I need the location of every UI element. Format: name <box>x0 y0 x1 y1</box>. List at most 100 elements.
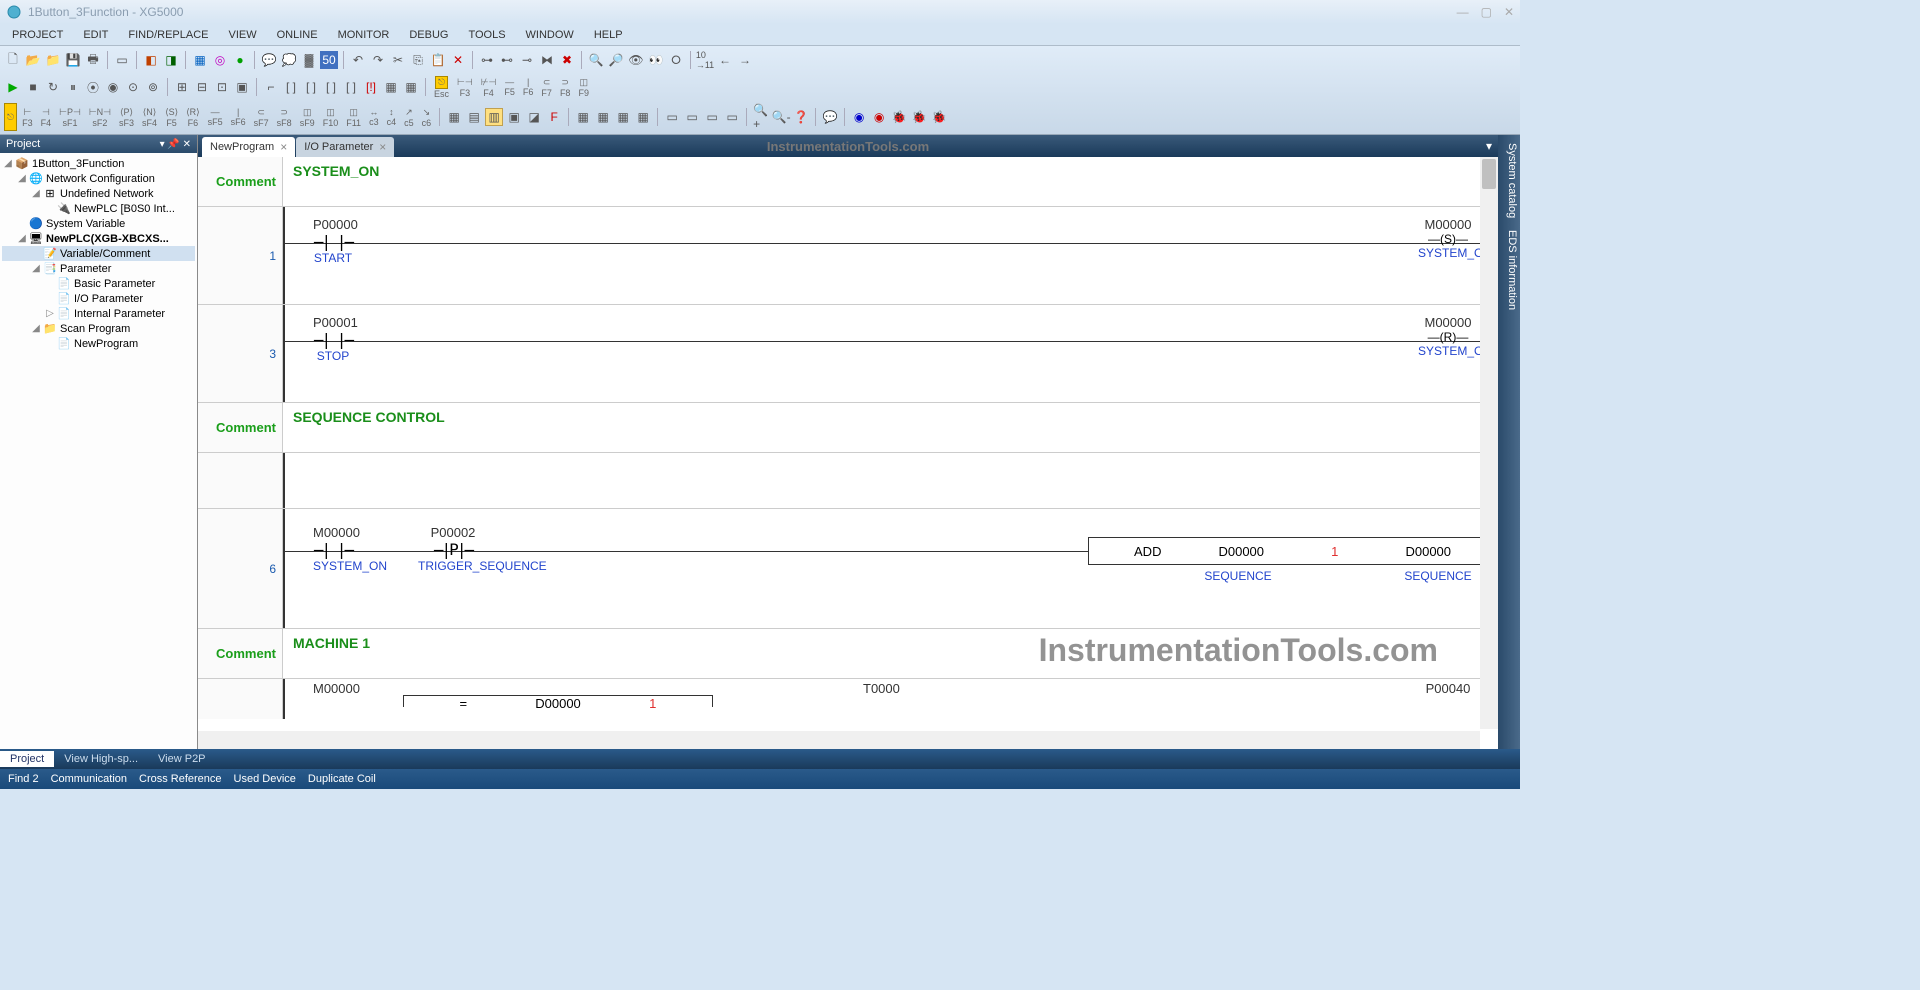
close-icon[interactable]: ✕ <box>1504 5 1514 19</box>
f-key-f8[interactable]: ⊃F8 <box>557 73 574 101</box>
debug-icon-3[interactable]: ⊙ <box>124 78 142 96</box>
run-icon[interactable]: ▶ <box>4 78 22 96</box>
ext-icon-2[interactable]: ▭ <box>683 108 701 126</box>
menu-edit[interactable]: EDIT <box>79 27 112 43</box>
circle-icon-2[interactable]: ◉ <box>870 108 888 126</box>
tool-icon-q[interactable]: ▦ <box>382 78 400 96</box>
prev-icon[interactable]: ← <box>716 51 734 69</box>
find4-icon[interactable]: 👀 <box>647 51 665 69</box>
menu-tools[interactable]: TOOLS <box>464 27 509 43</box>
save-icon[interactable]: 💾 <box>64 51 82 69</box>
find5-icon[interactable]: ⭘ <box>667 51 685 69</box>
project-tree[interactable]: ◢📦1Button_3Function ◢🌐Network Configurat… <box>0 153 197 749</box>
maximize-icon[interactable]: ▢ <box>1481 5 1492 19</box>
status-xref[interactable]: Cross Reference <box>139 773 222 785</box>
sf-key-sf3[interactable]: ⟨P⟩sF3 <box>116 103 137 131</box>
net-icon-2[interactable]: ⊷ <box>498 51 516 69</box>
zoom-out-icon[interactable]: 🔍- <box>772 108 790 126</box>
circle-icon-1[interactable]: ◉ <box>850 108 868 126</box>
sf-key-f11[interactable]: ◫F11 <box>343 103 364 131</box>
sf-key-c3[interactable]: ↔c3 <box>366 103 382 131</box>
debug-icon-2[interactable]: ◉ <box>104 78 122 96</box>
sf-key-sf9[interactable]: ◫sF9 <box>297 103 318 131</box>
btab-highspeed[interactable]: View High-sp... <box>54 751 148 767</box>
tool-icon-5[interactable]: ● <box>231 51 249 69</box>
zoom-icon-4[interactable]: ▣ <box>233 78 251 96</box>
sf-key-f3[interactable]: ⊢F3 <box>19 103 36 131</box>
tool-icon-8[interactable]: ▓ <box>300 51 318 69</box>
zoom-icon-3[interactable]: ⊡ <box>213 78 231 96</box>
tree-scanprog[interactable]: Scan Program <box>60 323 130 335</box>
view-icon-1[interactable]: ▦ <box>445 108 463 126</box>
bracket-icon-2[interactable]: [ ] <box>282 78 300 96</box>
net-icon-5[interactable]: ✖ <box>558 51 576 69</box>
tool-icon-7[interactable]: 💭 <box>280 51 298 69</box>
new-icon[interactable]: 🗋 <box>4 51 22 69</box>
bracket-icon-3[interactable]: [ ] <box>302 78 320 96</box>
btab-p2p[interactable]: View P2P <box>148 751 216 767</box>
tree-netcfg[interactable]: Network Configuration <box>46 173 155 185</box>
bug-icon-3[interactable]: 🐞 <box>930 108 948 126</box>
sf-key-f5[interactable]: ⟨S⟩F5 <box>162 103 181 131</box>
rung-comment-1[interactable]: Comment SYSTEM_ON <box>198 157 1498 207</box>
bug-icon-2[interactable]: 🐞 <box>910 108 928 126</box>
sf-key-sf2[interactable]: ⊢N⊣sF2 <box>86 103 114 131</box>
tree-root[interactable]: 1Button_3Function <box>32 158 124 170</box>
chat-icon[interactable]: 💬 <box>821 108 839 126</box>
zoom-in-icon[interactable]: 🔍+ <box>752 108 770 126</box>
find-icon[interactable]: 🔍 <box>587 51 605 69</box>
net-icon-1[interactable]: ⊶ <box>478 51 496 69</box>
bracket-icon-4[interactable]: [ ] <box>322 78 340 96</box>
rung-6[interactable]: M00000 = D00000 1 T0000 P00040 <box>198 679 1498 719</box>
sf-key-sf6[interactable]: |sF6 <box>228 103 249 131</box>
find3-icon[interactable]: 👁 <box>627 51 645 69</box>
tree-sysvar[interactable]: System Variable <box>46 218 125 230</box>
tool-icon-r[interactable]: ▦ <box>402 78 420 96</box>
menu-online[interactable]: ONLINE <box>273 27 322 43</box>
sf-key-sf5[interactable]: —sF5 <box>205 103 226 131</box>
sf-key-sf4[interactable]: ⟨N⟩sF4 <box>139 103 160 131</box>
bracket-icon-5[interactable]: [ ] <box>342 78 360 96</box>
find2-icon[interactable]: 🔎 <box>607 51 625 69</box>
menu-window[interactable]: WINDOW <box>522 27 578 43</box>
tabs-menu-icon[interactable]: ▾ <box>1486 139 1492 153</box>
tab-ioparameter[interactable]: I/O Parameter × <box>296 137 394 157</box>
vertical-scrollbar[interactable] <box>1480 157 1498 729</box>
f-key-f4[interactable]: ⊬⊣F4 <box>478 73 500 101</box>
rung-2[interactable]: 3 P00001 —| |— STOP M00000 —(R)— SYSTEM_ <box>198 305 1498 403</box>
help-icon[interactable]: ❓ <box>792 108 810 126</box>
sf-key-c4[interactable]: ↕c4 <box>384 103 400 131</box>
open2-icon[interactable]: 📁 <box>44 51 62 69</box>
status-comm[interactable]: Communication <box>51 773 127 785</box>
open-icon[interactable]: 📂 <box>24 51 42 69</box>
ext-icon-1[interactable]: ▭ <box>663 108 681 126</box>
tool-icon-1[interactable]: ◧ <box>142 51 160 69</box>
rung-1[interactable]: 1 P00000 —| |— START M00000 —(S)— SYSTEM <box>198 207 1498 305</box>
menu-help[interactable]: HELP <box>590 27 627 43</box>
next-icon[interactable]: → <box>736 51 754 69</box>
rung-4[interactable]: 6 M00000 —| |— SYSTEM_ON P00002 —|P|— TR <box>198 509 1498 629</box>
view-icon-5[interactable]: ◪ <box>525 108 543 126</box>
sf-key-c6[interactable]: ↘c6 <box>419 103 435 131</box>
sf-key-sf7[interactable]: ⊂sF7 <box>251 103 272 131</box>
tool-icon-9[interactable]: 50 <box>320 51 338 69</box>
tree-newplc[interactable]: NewPLC(XGB-XBCXS... <box>46 233 169 245</box>
tree-undef[interactable]: Undefined Network <box>60 188 154 200</box>
horizontal-scrollbar[interactable] <box>198 731 1480 749</box>
menu-project[interactable]: PROJECT <box>8 27 67 43</box>
zoom-icon-1[interactable]: ⊞ <box>173 78 191 96</box>
btab-project[interactable]: Project <box>0 751 54 767</box>
side-tab-eds[interactable]: EDS information <box>1500 230 1518 310</box>
status-dup[interactable]: Duplicate Coil <box>308 773 376 785</box>
debug-icon-1[interactable]: ⦿ <box>84 78 102 96</box>
tree-intparam[interactable]: Internal Parameter <box>74 308 165 320</box>
rung4-func[interactable]: ADD D00000 1 D00000 <box>1088 537 1488 565</box>
f-key-f9[interactable]: ◫F9 <box>575 73 592 101</box>
sf-key-esc[interactable]: ⎋ <box>4 103 17 131</box>
tool-icon-2[interactable]: ◨ <box>162 51 180 69</box>
net-icon-4[interactable]: ⧓ <box>538 51 556 69</box>
tree-varcomment[interactable]: Variable/Comment <box>60 248 150 260</box>
tab-close-icon[interactable]: × <box>379 140 386 154</box>
tool-icon-4[interactable]: ◎ <box>211 51 229 69</box>
tree-param[interactable]: Parameter <box>60 263 111 275</box>
